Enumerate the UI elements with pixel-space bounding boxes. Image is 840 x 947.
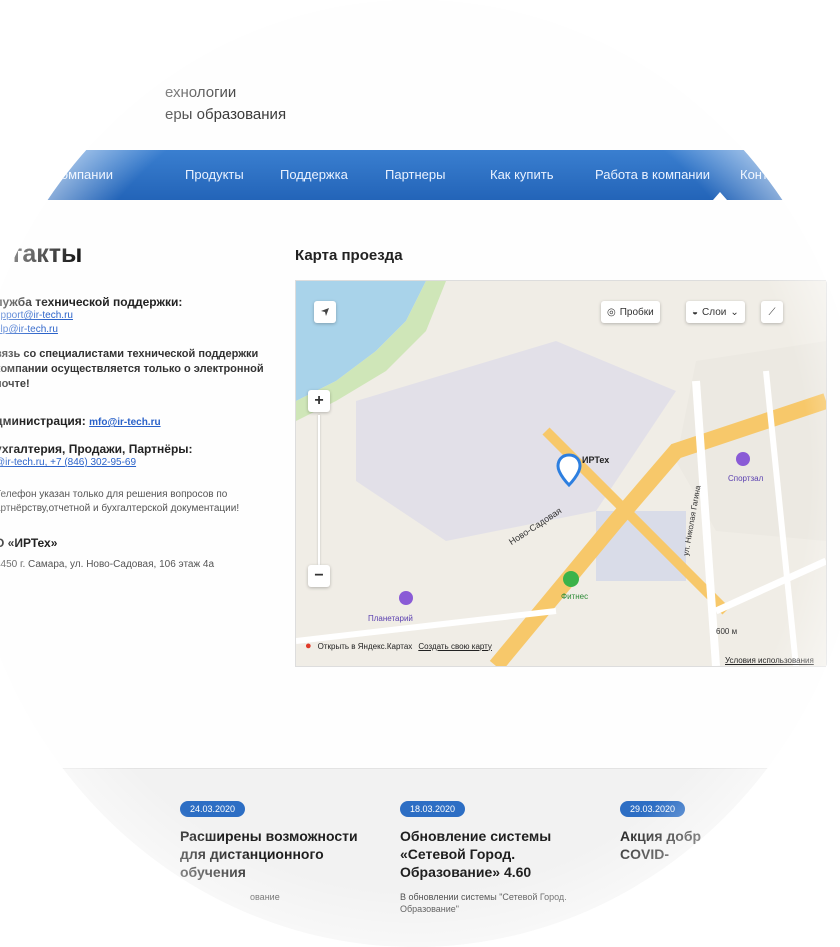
zoom-out-button[interactable]: − [308,565,330,587]
map-scale: 600 м [716,627,738,636]
news-text: ование [250,892,280,902]
news-date-badge: 24.03.2020 [180,801,246,817]
news-title: Обновление системы «Сетевой Город. Образ… [400,828,552,880]
traffic-icon: ◎ [607,306,616,318]
address: 4450 г. Самара, ул. Ново-Садовая, 106 эт… [0,559,215,570]
news-item[interactable]: 24.03.2020 Расширены возможности для дис… [180,799,370,903]
nav-item-company[interactable]: компании [55,167,113,182]
news-text: В обновлении системы "Сетевой Город. Обр… [400,892,567,914]
nav-item-contacts[interactable]: Конта [740,167,775,182]
create-map-link[interactable]: Создать свою карту [418,642,492,651]
yandex-map[interactable]: Ново-Садовая ул. Николая Гагина Планетар… [295,280,827,667]
news-section: еум: 24.03.2020 Расширены возможности дл… [25,768,840,947]
news-date-badge: 18.03.2020 [400,801,466,817]
ruler-icon: ⟋ [768,306,776,318]
poi-sport: Спортзал [728,474,764,483]
accounting-heading: ухгалтерия, Продажи, Партнёры: [0,442,193,456]
nav-item-partners[interactable]: Партнеры [385,167,445,182]
support-heading: лужба технической поддержки: [0,295,183,309]
ruler-button[interactable]: ⟋ [761,301,783,323]
active-nav-indicator [713,192,727,200]
news-title: Акция добр COVID- [620,828,702,862]
nav-item-products[interactable]: Продукты [185,167,244,182]
news-item[interactable]: 18.03.2020 Обновление системы «Сетевой Г… [400,799,590,915]
nav-item-careers[interactable]: Работа в компании [595,167,710,182]
email-only-note: вязь со специалистами технической поддер… [0,348,264,390]
circular-viewport: ехнологии еры образования компании Проду… [0,0,840,947]
admin-row: дминистрация: mfo@ir-tech.ru [0,414,161,428]
map-title: Карта проезда [295,247,403,264]
news-title: Расширены возможности для дистанционного… [180,828,358,880]
contacts-section: нтакты лужба технической поддержки: uppo… [0,240,295,572]
map-zoom-control: + − [308,390,330,590]
chevron-down-icon: ⌄ [730,306,739,318]
org-name: О «ИРТех» [0,536,58,550]
phone-note: Телефон указан только для решения вопрос… [0,489,240,514]
news-date-badge: 29.03.2020 [620,801,686,817]
yandex-pin-icon: ● [305,640,312,652]
accounting-contacts-link[interactable]: @ir-tech.ru, +7 (846) 302-95-69 [0,456,295,470]
layers-button[interactable]: ◒ Слои ⌄ [686,301,745,323]
admin-email-link[interactable]: mfo@ir-tech.ru [89,417,160,428]
main-nav: компании Продукты Поддержка Партнеры Как… [25,150,840,200]
news-item[interactable]: еум: [70,851,190,879]
layers-icon: ◒ [692,306,699,318]
company-slogan: ехнологии еры образования [165,84,287,123]
nav-item-support[interactable]: Поддержка [280,167,348,182]
poi-fitness: Фитнес [561,592,588,601]
open-in-yandex-link[interactable]: Открыть в Яндекс.Картах [318,642,413,651]
news-item[interactable]: 29.03.2020 Акция добр COVID- [620,799,730,863]
poi-planetarium: Планетарий [368,614,413,623]
zoom-in-button[interactable]: + [308,390,330,412]
map-terms-link[interactable]: Условия использования [725,656,814,665]
map-footer: ● Открыть в Яндекс.Картах Создать свою к… [305,640,492,652]
company-map-marker[interactable]: ИРТех [556,453,609,492]
location-arrow-icon [321,308,329,316]
marker-label: ИРТех [582,455,610,465]
support-email-link[interactable]: upport@ir-tech.ru [0,309,295,323]
zoom-slider-track[interactable] [318,415,320,565]
help-email-link[interactable]: elp@ir-tech.ru [0,323,295,337]
geolocation-button[interactable] [314,301,336,323]
page-title: нтакты [0,240,83,268]
traffic-button[interactable]: ◎ Пробки [601,301,660,323]
nav-item-how-to-buy[interactable]: Как купить [490,167,553,182]
map-pin-icon [556,453,582,488]
